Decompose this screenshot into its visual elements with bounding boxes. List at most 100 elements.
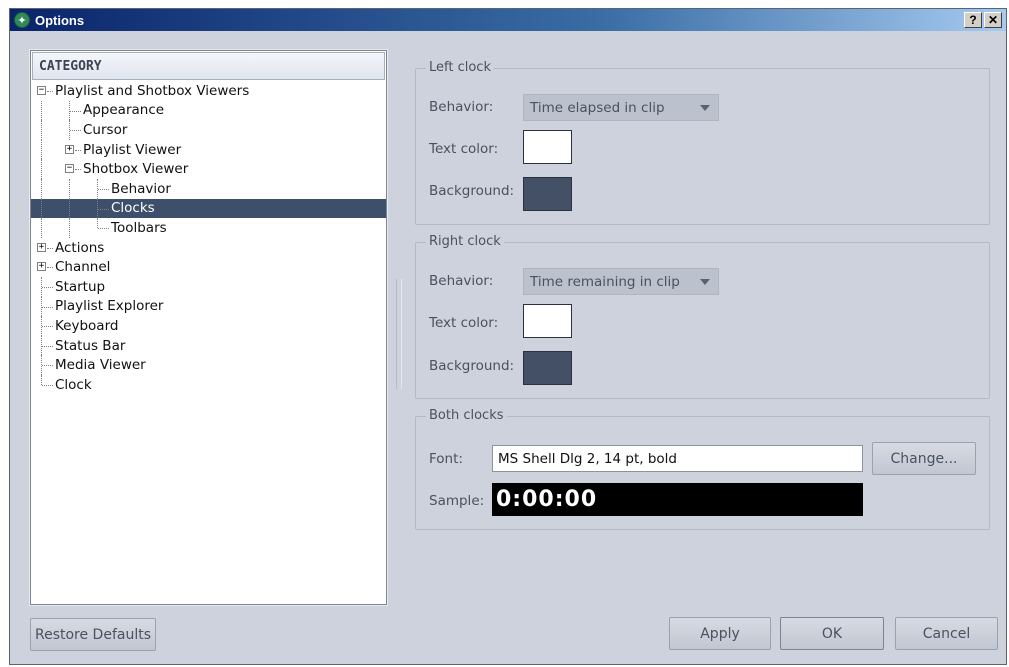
right-behavior-dropdown[interactable]: Time remaining in clip	[523, 268, 719, 295]
tree-item[interactable]: − Playlist and Shotbox Viewers	[31, 81, 386, 101]
restore-defaults-button[interactable]: Restore Defaults	[30, 618, 156, 651]
tree-item-label: Clock	[55, 376, 92, 393]
tree-item-label: Playlist and Shotbox Viewers	[55, 82, 250, 99]
tree-connector	[98, 208, 109, 210]
left-text-color-label: Text color:	[429, 141, 499, 157]
category-tree[interactable]: − Playlist and Shotbox Viewers Appearance C…	[31, 81, 386, 395]
chevron-down-icon	[700, 105, 710, 111]
left-behavior-dropdown[interactable]: Time elapsed in clip	[523, 94, 719, 121]
tree-item[interactable]: Keyboard	[31, 316, 386, 336]
left-clock-group: Left clock Behavior: Time elapsed in cli…	[415, 60, 990, 225]
clock-sample: 0:00:00	[492, 483, 863, 516]
tree-item-label: Actions	[55, 239, 105, 256]
both-clocks-group: Both clocks Font: MS Shell Dlg 2, 14 pt,…	[415, 408, 990, 530]
tree-connector	[42, 306, 53, 308]
tree-item[interactable]: Media Viewer	[31, 355, 386, 375]
tree-item-label: Status Bar	[55, 337, 126, 354]
expand-icon[interactable]: +	[65, 144, 74, 154]
app-icon: ✦	[14, 12, 30, 28]
tree-item[interactable]: Clocks	[31, 198, 386, 219]
sample-label: Sample:	[429, 493, 485, 509]
both-clocks-title: Both clocks	[426, 408, 507, 423]
tree-connector	[75, 149, 81, 151]
tree-item-label: Playlist Explorer	[55, 298, 164, 315]
right-behavior-value: Time remaining in clip	[530, 273, 680, 290]
tree-connector	[98, 228, 109, 230]
right-behavior-label: Behavior:	[429, 273, 494, 289]
tree-item-label: Clocks	[111, 200, 155, 217]
left-background-swatch[interactable]	[523, 177, 572, 211]
tree-item[interactable]: Status Bar	[31, 335, 386, 356]
title-bar[interactable]: ✦ Options ? ✕	[10, 9, 1006, 31]
tree-item[interactable]: Clock	[31, 374, 386, 395]
tree-item-label: Toolbars	[111, 219, 167, 236]
expand-icon[interactable]: +	[37, 262, 46, 272]
tree-item[interactable]: Appearance	[31, 100, 386, 121]
tree-guide	[41, 218, 42, 238]
tree-connector	[97, 218, 98, 229]
tree-connector	[70, 110, 81, 112]
left-clock-title: Left clock	[426, 60, 494, 75]
ok-button[interactable]: OK	[780, 617, 884, 650]
cancel-button[interactable]: Cancel	[895, 617, 998, 650]
right-background-swatch[interactable]	[523, 351, 572, 385]
panel-splitter[interactable]	[396, 279, 402, 389]
left-background-label: Background:	[429, 183, 515, 199]
tree-item-label: Playlist Viewer	[83, 141, 182, 158]
left-behavior-label: Behavior:	[429, 99, 494, 115]
window-title: Options	[35, 12, 85, 28]
expand-icon[interactable]: +	[37, 242, 46, 252]
tree-connector	[42, 345, 53, 347]
tree-item[interactable]: + Actions	[31, 238, 386, 258]
tree-item[interactable]: Cursor	[31, 120, 386, 140]
category-header: CATEGORY	[32, 52, 385, 80]
right-clock-group: Right clock Behavior: Time remaining in …	[415, 234, 990, 399]
options-dialog: ✦ Options ? ✕ CATEGORY − Playlist and Sho…	[9, 8, 1007, 665]
tree-item[interactable]: Playlist Explorer	[31, 296, 386, 317]
tree-item[interactable]: Startup	[31, 276, 386, 297]
right-clock-title: Right clock	[426, 234, 504, 249]
tree-guide	[41, 120, 42, 140]
tree-item[interactable]: − Shotbox Viewer	[31, 159, 386, 179]
tree-guide	[41, 139, 42, 160]
tree-connector	[41, 374, 42, 385]
tree-guide	[41, 178, 42, 199]
tree-connector	[47, 247, 53, 249]
tree-item-label: Channel	[55, 259, 111, 276]
tree-connector	[42, 365, 53, 367]
right-text-color-swatch[interactable]	[523, 304, 572, 338]
tree-connector	[47, 91, 53, 92]
apply-button[interactable]: Apply	[669, 617, 771, 650]
font-label: Font:	[429, 451, 463, 467]
tree-item[interactable]: + Channel	[31, 257, 386, 277]
tree-guide	[69, 218, 70, 238]
tree-connector	[47, 267, 53, 269]
help-button[interactable]: ?	[964, 12, 982, 28]
collapse-icon[interactable]: −	[65, 164, 74, 174]
tree-item[interactable]: + Playlist Viewer	[31, 139, 386, 160]
tree-item-label: Appearance	[83, 102, 165, 119]
close-button[interactable]: ✕	[984, 12, 1002, 28]
tree-guide	[41, 198, 42, 219]
tree-connector	[70, 130, 81, 132]
tree-guide	[69, 198, 70, 219]
change-font-button[interactable]: Change...	[872, 442, 976, 475]
tree-connector	[75, 169, 81, 171]
tree-connector	[98, 188, 109, 190]
right-text-color-label: Text color:	[429, 315, 499, 331]
collapse-icon[interactable]: −	[37, 86, 46, 95]
tree-connector	[42, 286, 53, 288]
tree-guide	[69, 178, 70, 199]
tree-item-label: Cursor	[83, 121, 128, 138]
tree-item[interactable]: Behavior	[31, 178, 386, 199]
right-background-label: Background:	[429, 358, 515, 374]
tree-item[interactable]: Toolbars	[31, 218, 386, 238]
tree-guide	[41, 100, 42, 121]
tree-guide	[41, 159, 42, 179]
left-text-color-swatch[interactable]	[523, 130, 572, 164]
chevron-down-icon	[700, 279, 710, 285]
tree-item-label: Startup	[55, 278, 106, 295]
tree-item-label: Behavior	[111, 180, 171, 197]
tree-item-label: Keyboard	[55, 317, 119, 334]
category-tree-panel: CATEGORY − Playlist and Shotbox Viewers Ap…	[30, 50, 387, 605]
